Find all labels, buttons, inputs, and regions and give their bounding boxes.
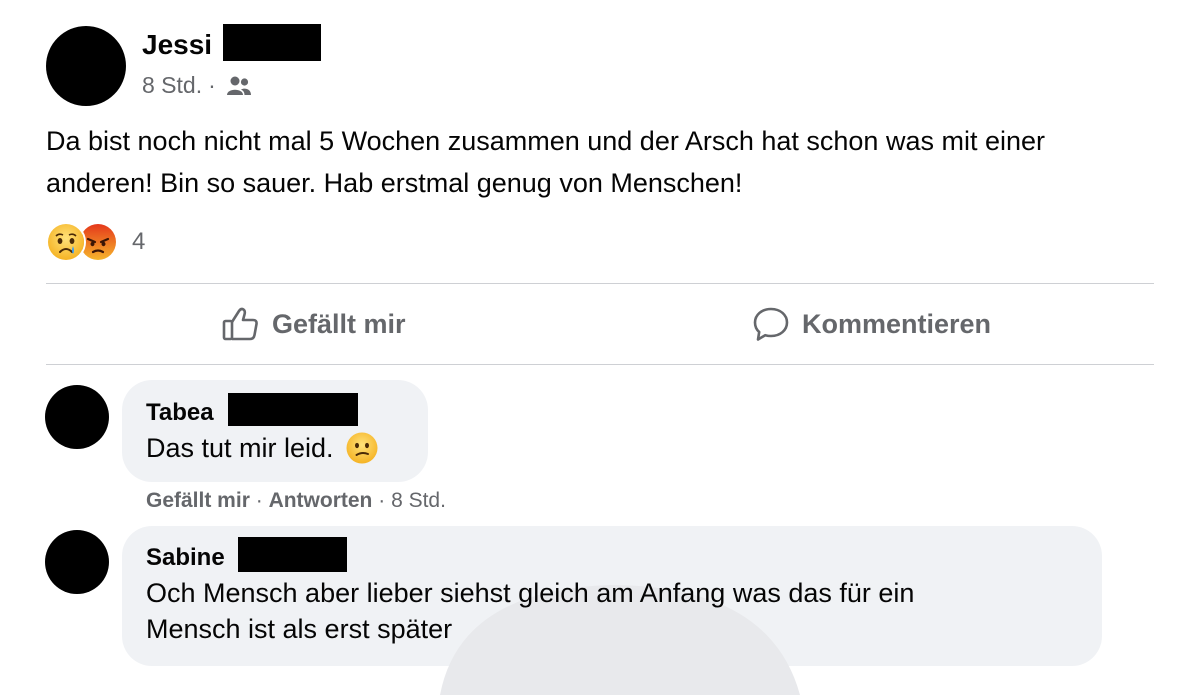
redaction-bar <box>223 24 321 61</box>
thumbs-up-icon <box>222 307 258 341</box>
comment-text: Mensch ist als erst später <box>146 614 453 644</box>
commenter-avatar[interactable] <box>45 530 109 594</box>
post-meta: 8 Std. · <box>142 70 252 100</box>
sad-reaction-icon <box>46 222 86 262</box>
comment-text: Das tut mir leid. <box>146 430 378 466</box>
divider <box>46 283 1154 284</box>
comment-like-link[interactable]: Gefällt mir <box>146 489 250 512</box>
post-author-name[interactable]: Jessi <box>142 28 212 62</box>
comment-reply-link[interactable]: Antworten <box>269 489 373 512</box>
redaction-bar <box>228 393 358 426</box>
meta-separator: · <box>208 72 216 98</box>
redaction-bar <box>238 537 347 572</box>
comment-timestamp[interactable]: 8 Std. <box>391 489 446 512</box>
meta-separator: · <box>378 489 386 512</box>
comment-text-body: Das tut mir leid. <box>146 433 334 463</box>
post-author-avatar[interactable] <box>46 26 126 106</box>
meta-separator: · <box>255 489 263 512</box>
confused-face-icon <box>346 432 378 464</box>
commenter-name[interactable]: Tabea <box>146 398 214 428</box>
commenter-name[interactable]: Sabine <box>146 543 225 573</box>
comment-bubble-icon <box>753 307 789 341</box>
reaction-count[interactable]: 4 <box>132 228 145 256</box>
divider <box>46 364 1154 365</box>
like-button-label: Gefällt mir <box>272 308 406 339</box>
comment-button[interactable]: Kommentieren <box>752 303 991 345</box>
friends-icon[interactable] <box>226 74 252 96</box>
commenter-avatar[interactable] <box>45 385 109 449</box>
comment-meta: Gefällt mir · Antworten · 8 Std. <box>146 487 446 515</box>
like-button[interactable]: Gefällt mir <box>222 303 406 345</box>
comment-button-label: Kommentieren <box>802 308 992 339</box>
post-timestamp[interactable]: 8 Std. <box>142 70 202 100</box>
comment-text: Och Mensch aber lieber siehst gleich am … <box>146 578 915 608</box>
post-text: Da bist noch nicht mal 5 Wochen zusammen… <box>46 126 1045 198</box>
reactions-summary[interactable]: 4 <box>46 222 145 262</box>
